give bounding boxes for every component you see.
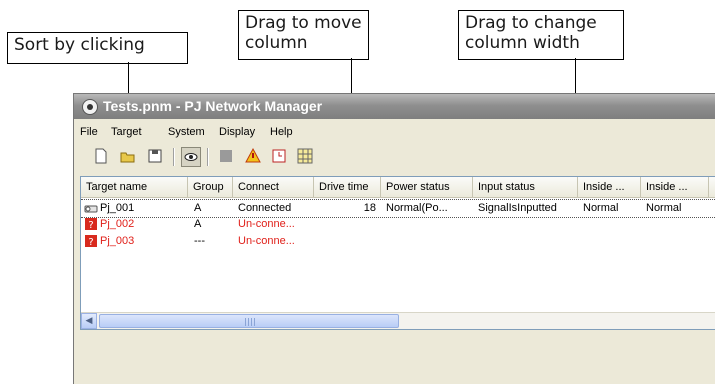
error-icon: ? — [85, 235, 97, 247]
callout-width-line2: column width — [465, 33, 580, 53]
horizontal-scrollbar[interactable]: ◀ — [81, 312, 715, 329]
app-window: Tests.pnm - PJ Network Manager File Targ… — [73, 93, 715, 384]
column-target-name[interactable]: Target name — [81, 177, 188, 197]
menu-target[interactable]: Target — [111, 126, 142, 138]
status-bar — [74, 332, 715, 384]
table-row[interactable]: ? Pj_002 A Un-conne... — [81, 216, 715, 233]
cell-connect: Un-conne... — [238, 235, 295, 247]
menu-help[interactable]: Help — [270, 126, 293, 138]
error-icon: ? — [85, 218, 97, 230]
toolbar-separator — [207, 148, 208, 166]
callout-width: Drag to change column width — [458, 10, 624, 60]
grid-icon[interactable] — [296, 147, 314, 165]
cell-connect: Un-conne... — [238, 218, 295, 230]
callout-move-line2: column — [245, 33, 308, 53]
column-group[interactable]: Group — [188, 177, 233, 197]
scroll-thumb[interactable] — [99, 314, 399, 328]
cell-input-status: SignalIsInputted — [478, 202, 557, 214]
app-eye-icon — [82, 99, 98, 115]
callout-width-line1: Drag to change — [465, 13, 597, 33]
scroll-left-button[interactable]: ◀ — [81, 313, 97, 329]
table-row[interactable]: ? Pj_003 --- Un-conne... — [81, 233, 715, 250]
toolbar-separator — [173, 148, 174, 166]
menu-display[interactable]: Display — [219, 126, 255, 138]
menu-bar: File Target System Display Help — [74, 123, 715, 143]
clock-icon[interactable] — [270, 147, 288, 165]
list-header: Target name Group Connect Drive time Pow… — [81, 177, 715, 198]
cell-target-name: Pj_002 — [100, 218, 135, 230]
column-inside-1[interactable]: Inside ... — [578, 177, 641, 197]
title-bar[interactable]: Tests.pnm - PJ Network Manager — [74, 94, 715, 119]
callout-sort: Sort by clicking — [7, 32, 188, 64]
svg-text:?: ? — [88, 220, 93, 230]
target-list[interactable]: Target name Group Connect Drive time Pow… — [80, 176, 715, 330]
column-drive-time[interactable]: Drive time — [314, 177, 381, 197]
menu-file[interactable]: File — [80, 126, 98, 138]
cell-target-name: Pj_001 — [100, 202, 135, 214]
gray-box-icon[interactable] — [217, 147, 235, 165]
cell-group: A — [194, 218, 202, 230]
projector-icon — [84, 205, 98, 213]
callout-sort-text: Sort by clicking — [14, 35, 145, 55]
cell-connect: Connected — [238, 202, 292, 214]
cell-drive-time: 18 — [363, 202, 376, 214]
scroll-grip-icon — [245, 318, 255, 326]
column-inside-2[interactable]: Inside ... — [641, 177, 709, 197]
column-input-status[interactable]: Input status — [473, 177, 578, 197]
cell-power-status: Normal(Po... — [386, 202, 448, 214]
callout-move: Drag to move column — [238, 10, 369, 60]
toolbar — [74, 144, 715, 170]
cell-target-name: Pj_003 — [100, 235, 135, 247]
cell-group: A — [194, 202, 202, 214]
open-folder-icon[interactable] — [119, 147, 137, 165]
svg-text:?: ? — [88, 237, 93, 247]
cell-inside-1: Normal — [583, 202, 619, 214]
menu-system[interactable]: System — [168, 126, 205, 138]
cell-inside-2: Normal — [646, 202, 682, 214]
monitor-eye-icon[interactable] — [181, 147, 201, 167]
column-power-status[interactable]: Power status — [381, 177, 473, 197]
save-icon[interactable] — [146, 147, 164, 165]
new-file-icon[interactable] — [92, 147, 110, 165]
cell-group: --- — [194, 235, 205, 247]
callout-move-line1: Drag to move — [245, 13, 362, 33]
window-title: Tests.pnm - PJ Network Manager — [103, 98, 323, 114]
column-connect[interactable]: Connect — [233, 177, 314, 197]
warning-icon[interactable] — [244, 147, 262, 165]
